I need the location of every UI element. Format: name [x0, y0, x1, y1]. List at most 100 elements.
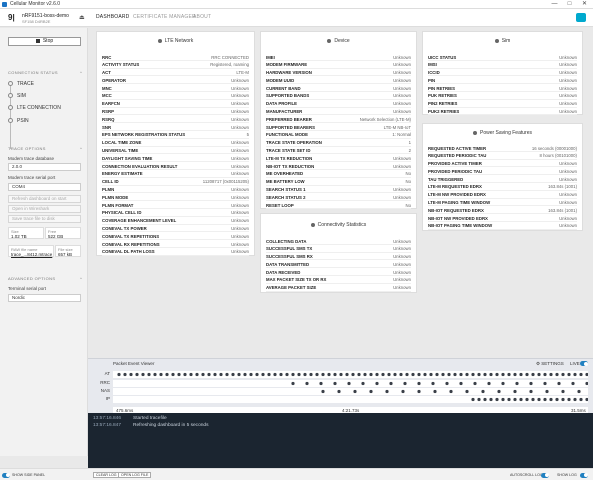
event-marker[interactable]: [291, 381, 295, 386]
event-marker[interactable]: [447, 372, 451, 377]
event-marker[interactable]: [477, 397, 481, 402]
event-marker[interactable]: [337, 389, 341, 394]
event-marker[interactable]: [319, 381, 323, 386]
event-marker[interactable]: [315, 372, 319, 377]
refresh-dashboard-checkbox[interactable]: Refresh dashboard on start: [8, 195, 81, 203]
event-marker[interactable]: [123, 372, 127, 377]
autoscroll-log-toggle[interactable]: [541, 472, 549, 478]
event-marker[interactable]: [177, 372, 181, 377]
stop-button[interactable]: Stop: [8, 37, 81, 46]
event-marker[interactable]: [495, 372, 499, 377]
event-marker[interactable]: [165, 372, 169, 377]
event-marker[interactable]: [445, 381, 449, 386]
event-marker[interactable]: [369, 372, 373, 377]
event-marker[interactable]: [545, 389, 549, 394]
raw-file-link[interactable]: trace_...8412.mtrace: [11, 252, 52, 257]
event-marker[interactable]: [361, 381, 365, 386]
event-marker[interactable]: [429, 372, 433, 377]
event-marker[interactable]: [327, 372, 331, 377]
event-marker[interactable]: [423, 372, 427, 377]
event-marker[interactable]: [561, 372, 565, 377]
advanced-options-heading[interactable]: ADVANCED OPTIONS: [8, 276, 55, 281]
event-marker[interactable]: [189, 372, 193, 377]
event-marker[interactable]: [561, 389, 565, 394]
event-marker[interactable]: [411, 372, 415, 377]
event-marker[interactable]: [579, 372, 583, 377]
event-marker[interactable]: [525, 372, 529, 377]
track-at[interactable]: [113, 371, 589, 378]
event-marker[interactable]: [213, 372, 217, 377]
event-marker[interactable]: [483, 397, 487, 402]
event-marker[interactable]: [183, 372, 187, 377]
event-marker[interactable]: [459, 381, 463, 386]
chevron-up-icon[interactable]: ^: [80, 70, 82, 75]
event-marker[interactable]: [357, 372, 361, 377]
event-marker[interactable]: [471, 397, 475, 402]
event-marker[interactable]: [483, 372, 487, 377]
event-marker[interactable]: [465, 389, 469, 394]
clear-log-button[interactable]: CLEAR LOG: [93, 472, 120, 478]
event-marker[interactable]: [507, 372, 511, 377]
event-marker[interactable]: [153, 372, 157, 377]
event-marker[interactable]: [369, 389, 373, 394]
tab-dashboard[interactable]: DASHBOARD: [96, 14, 129, 20]
event-marker[interactable]: [401, 389, 405, 394]
event-marker[interactable]: [393, 372, 397, 377]
event-marker[interactable]: [417, 389, 421, 394]
connection-status-heading[interactable]: CONNECTION STATUS: [8, 70, 58, 75]
event-marker[interactable]: [471, 372, 475, 377]
event-marker[interactable]: [525, 397, 529, 402]
event-marker[interactable]: [579, 397, 583, 402]
event-marker[interactable]: [531, 372, 535, 377]
event-marker[interactable]: [249, 372, 253, 377]
event-marker[interactable]: [497, 389, 501, 394]
event-marker[interactable]: [129, 372, 133, 377]
event-marker[interactable]: [321, 389, 325, 394]
event-marker[interactable]: [433, 389, 437, 394]
event-marker[interactable]: [529, 389, 533, 394]
trace-options-heading[interactable]: TRACE OPTIONS: [8, 146, 46, 151]
event-marker[interactable]: [449, 389, 453, 394]
event-marker[interactable]: [117, 372, 121, 377]
event-marker[interactable]: [555, 397, 559, 402]
event-marker[interactable]: [571, 381, 575, 386]
event-marker[interactable]: [387, 372, 391, 377]
trace-serial-port-select[interactable]: COM4: [8, 183, 81, 191]
close-button[interactable]: ✕: [577, 0, 592, 9]
event-marker[interactable]: [585, 381, 589, 386]
event-marker[interactable]: [399, 372, 403, 377]
event-marker[interactable]: [231, 372, 235, 377]
event-marker[interactable]: [159, 372, 163, 377]
event-marker[interactable]: [513, 397, 517, 402]
event-marker[interactable]: [543, 381, 547, 386]
event-marker[interactable]: [431, 381, 435, 386]
event-marker[interactable]: [171, 372, 175, 377]
event-marker[interactable]: [353, 389, 357, 394]
live-toggle[interactable]: [580, 361, 588, 366]
event-marker[interactable]: [363, 372, 367, 377]
event-marker[interactable]: [567, 397, 571, 402]
event-marker[interactable]: [381, 372, 385, 377]
event-marker[interactable]: [303, 372, 307, 377]
settings-button[interactable]: ⚙ SETTINGS: [536, 361, 564, 367]
event-marker[interactable]: [385, 389, 389, 394]
event-marker[interactable]: [495, 397, 499, 402]
event-marker[interactable]: [537, 372, 541, 377]
event-marker[interactable]: [477, 372, 481, 377]
event-marker[interactable]: [255, 372, 259, 377]
event-marker[interactable]: [501, 397, 505, 402]
event-marker[interactable]: [147, 372, 151, 377]
event-marker[interactable]: [267, 372, 271, 377]
event-marker[interactable]: [273, 372, 277, 377]
event-marker[interactable]: [573, 372, 577, 377]
event-marker[interactable]: [375, 372, 379, 377]
event-marker[interactable]: [285, 372, 289, 377]
track-ip[interactable]: [113, 396, 589, 403]
event-marker[interactable]: [225, 372, 229, 377]
event-marker[interactable]: [339, 372, 343, 377]
event-marker[interactable]: [577, 389, 581, 394]
show-side-panel-toggle[interactable]: [2, 472, 10, 478]
chevron-up-icon[interactable]: ^: [80, 276, 82, 281]
event-marker[interactable]: [555, 372, 559, 377]
event-marker[interactable]: [297, 372, 301, 377]
